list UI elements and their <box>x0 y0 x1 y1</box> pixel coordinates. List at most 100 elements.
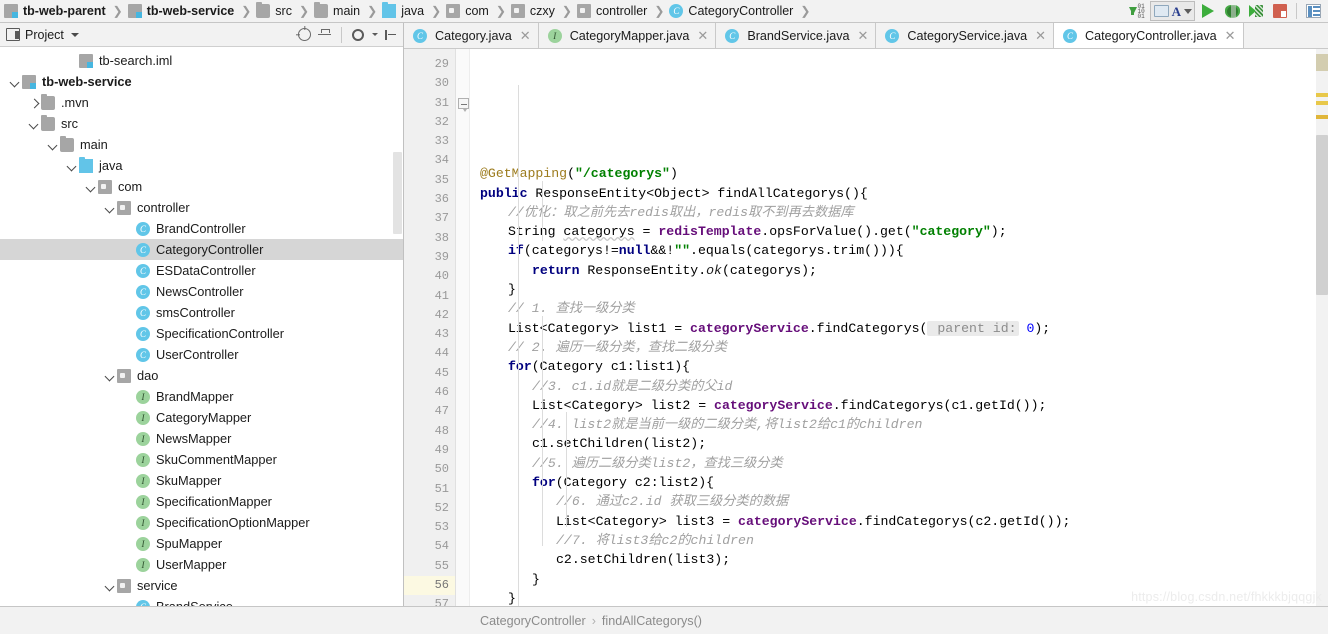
tree-node-java[interactable]: java <box>0 155 403 176</box>
tree-expand-arrow-icon[interactable] <box>65 159 78 172</box>
tree-expand-arrow-icon[interactable] <box>103 579 116 592</box>
code-line[interactable]: List<Category> list2 = categoryService.f… <box>470 396 1316 415</box>
code-line[interactable]: for(Category c2:list2){ <box>470 473 1316 492</box>
tree-node-usermapper[interactable]: I UserMapper <box>0 554 403 575</box>
code-line[interactable]: //6. 通过c2.id 获取三级分类的数据 <box>470 492 1316 511</box>
tree-node-tb-search-iml[interactable]: tb-search.iml <box>0 50 403 71</box>
collapse-all-icon[interactable] <box>318 28 331 41</box>
tree-node-newscontroller[interactable]: C NewsController <box>0 281 403 302</box>
fold-collapse-icon[interactable] <box>458 98 469 112</box>
code-line[interactable]: String categorys = redisTemplate.opsForV… <box>470 222 1316 241</box>
tree-node-main[interactable]: main <box>0 134 403 155</box>
tree-node-skumapper[interactable]: I SkuMapper <box>0 470 403 491</box>
close-icon[interactable]: ✕ <box>520 29 531 42</box>
stripe-marker[interactable] <box>1316 101 1328 105</box>
tree-expand-arrow-icon[interactable] <box>103 201 116 214</box>
tree-node-brandservice[interactable]: C BrandService <box>0 596 403 606</box>
close-icon[interactable]: ✕ <box>697 29 708 42</box>
tree-node-src[interactable]: src <box>0 113 403 134</box>
tree-node-smscontroller[interactable]: CsmsController <box>0 302 403 323</box>
tree-node-esdatacontroller[interactable]: C ESDataController <box>0 260 403 281</box>
tree-expand-arrow-icon[interactable] <box>46 138 59 151</box>
code-line[interactable]: } <box>470 570 1316 589</box>
status-method-name[interactable]: findAllCategorys() <box>602 614 702 628</box>
code-line[interactable]: if(categorys!=null&&!"".equals(categorys… <box>470 241 1316 260</box>
code-line[interactable]: } <box>470 280 1316 299</box>
run-button[interactable] <box>1197 1 1219 21</box>
tree-node-newsmapper[interactable]: I NewsMapper <box>0 428 403 449</box>
tree-node-brandmapper[interactable]: I BrandMapper <box>0 386 403 407</box>
stripe-marker[interactable] <box>1316 115 1328 119</box>
tree-node-categorymapper[interactable]: I CategoryMapper <box>0 407 403 428</box>
tree-node-usercontroller[interactable]: C UserController <box>0 344 403 365</box>
close-icon[interactable]: ✕ <box>1225 29 1236 42</box>
code-editor[interactable]: 29 30 31 32 33 34 35 36 37 38 39 40 41 42 43 44 45 46 47 48… <box>404 49 1328 606</box>
tree-expand-arrow-icon[interactable] <box>103 369 116 382</box>
tree-node-dao[interactable]: dao <box>0 365 403 386</box>
code-folding-gutter[interactable] <box>456 49 470 606</box>
editor-tab-categoryservice-java[interactable]: C CategoryService.java ✕ <box>876 23 1055 48</box>
breadcrumb-item-java[interactable]: java ❯ <box>382 0 446 22</box>
tree-expand-arrow-icon[interactable] <box>27 96 40 109</box>
code-content[interactable]: @GetMapping("/categorys") public Response… <box>470 49 1316 606</box>
close-icon[interactable]: ✕ <box>858 29 869 42</box>
stripe-marker[interactable] <box>1316 54 1328 71</box>
project-tree[interactable]: tb-search.iml tb-web-service .mvn src main ja… <box>0 47 403 606</box>
code-line[interactable]: // 2. 遍历一级分类，查找二级分类 <box>470 338 1316 357</box>
stop-button[interactable] <box>1269 1 1291 21</box>
code-line[interactable]: @GetMapping("/categorys") <box>470 164 1316 183</box>
tree-node-spumapper[interactable]: I SpuMapper <box>0 533 403 554</box>
code-line[interactable]: //7. 将list3给c2的children <box>470 531 1316 550</box>
update-project-button[interactable]: 01 10 01 <box>1126 1 1148 21</box>
tree-node-com[interactable]: com <box>0 176 403 197</box>
code-line[interactable] <box>470 145 1316 164</box>
tree-expand-arrow-icon[interactable] <box>8 75 21 88</box>
tree-node-specificationoptionmapper[interactable]: I SpecificationOptionMapper <box>0 512 403 533</box>
tree-node-skucommentmapper[interactable]: I SkuCommentMapper <box>0 449 403 470</box>
code-line[interactable]: // 1. 查找一级分类 <box>470 299 1316 318</box>
tree-expand-arrow-icon[interactable] <box>27 117 40 130</box>
error-stripe-markers[interactable] <box>1316 49 1328 606</box>
breadcrumb-item-czxy[interactable]: czxy ❯ <box>510 0 577 22</box>
tree-node-brandcontroller[interactable]: C BrandController <box>0 218 403 239</box>
run-with-coverage-button[interactable] <box>1245 1 1267 21</box>
editor-tab-brandservice-java[interactable]: C BrandService.java ✕ <box>716 23 877 48</box>
code-line[interactable]: return ResponseEntity.ok(categorys); <box>470 261 1316 280</box>
code-line[interactable]: List<Category> list1 = categoryService.f… <box>470 319 1316 338</box>
close-icon[interactable]: ✕ <box>1035 29 1046 42</box>
layout-button[interactable] <box>1302 1 1324 21</box>
tree-node-specificationcontroller[interactable]: C SpecificationController <box>0 323 403 344</box>
tree-expand-arrow-icon[interactable] <box>84 180 97 193</box>
status-class-name[interactable]: CategoryController <box>480 614 586 628</box>
tree-node-tb-web-service[interactable]: tb-web-service <box>0 71 403 92</box>
breadcrumb-item-tb-web-parent[interactable]: tb-web-parent ❯ <box>4 0 128 22</box>
debug-button[interactable] <box>1221 1 1243 21</box>
breadcrumb-item-src[interactable]: src ❯ <box>256 0 314 22</box>
breadcrumb-item-categorycontroller[interactable]: C CategoryController ❯ <box>669 0 815 22</box>
sidebar-scrollbar[interactable] <box>393 152 402 234</box>
tree-node-specificationmapper[interactable]: I SpecificationMapper <box>0 491 403 512</box>
chevron-down-icon[interactable] <box>70 32 79 37</box>
breadcrumb-item-controller[interactable]: controller ❯ <box>576 0 669 22</box>
breadcrumb-item-main[interactable]: main ❯ <box>314 0 382 22</box>
breadcrumb-item-com[interactable]: com ❯ <box>446 0 511 22</box>
run-configuration-selector[interactable]: A <box>1149 1 1195 21</box>
code-line[interactable]: //优化：取之前先去redis取出，redis取不到再去数据库 <box>470 203 1316 222</box>
code-line[interactable]: //3. c1.id就是二级分类的父id <box>470 377 1316 396</box>
stripe-marker[interactable] <box>1316 93 1328 97</box>
gear-icon[interactable] <box>352 28 364 41</box>
code-line[interactable]: c1.setChildren(list2); <box>470 434 1316 453</box>
editor-tab-categorycontroller-java[interactable]: C CategoryController.java ✕ <box>1054 23 1244 48</box>
code-line[interactable]: //5. 遍历二级分类list2，查找三级分类 <box>470 454 1316 473</box>
editor-vertical-scrollbar[interactable] <box>1316 135 1328 295</box>
code-line[interactable]: for(Category c1:list1){ <box>470 357 1316 376</box>
editor-tab-categorymapper-java[interactable]: I CategoryMapper.java ✕ <box>538 23 717 48</box>
code-line[interactable]: c2.setChildren(list3); <box>470 550 1316 569</box>
tree-node-service[interactable]: service <box>0 575 403 596</box>
tree-node-categorycontroller[interactable]: C CategoryController <box>0 239 403 260</box>
code-line[interactable]: List<Category> list3 = categoryService.f… <box>470 512 1316 531</box>
chevron-down-icon[interactable] <box>372 33 378 36</box>
code-line[interactable]: public ResponseEntity<Object> findAllCat… <box>470 184 1316 203</box>
code-line[interactable]: //4. list2就是当前一级的二级分类,将list2给c1的children <box>470 415 1316 434</box>
hide-icon[interactable] <box>385 29 397 41</box>
